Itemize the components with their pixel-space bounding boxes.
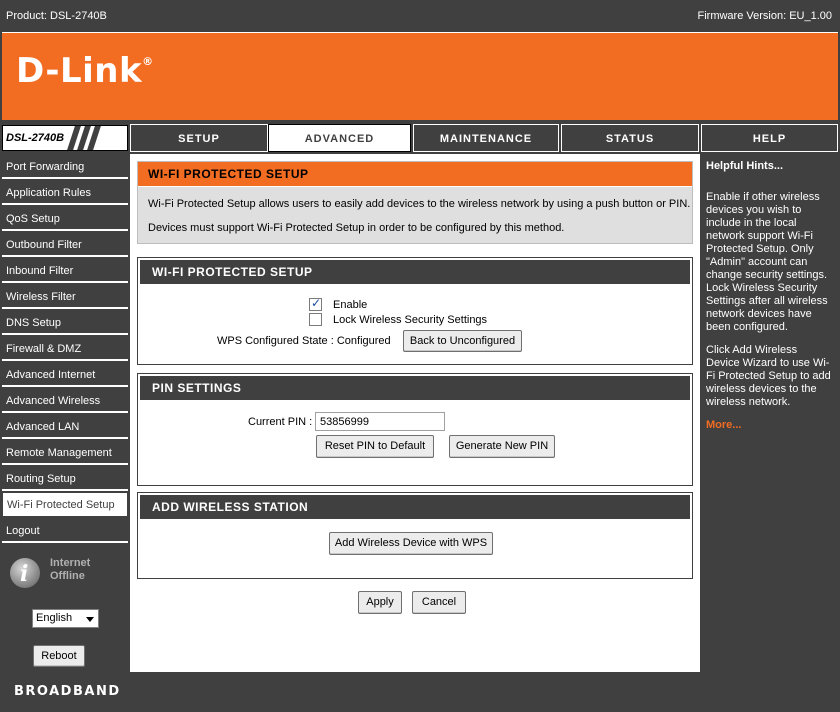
helpful-hints: Helpful Hints... Enable if other wireles… (700, 154, 838, 672)
tab-setup[interactable]: SETUP (130, 124, 268, 152)
cancel-button[interactable]: Cancel (412, 591, 466, 614)
sidebar-item-wireless-filter[interactable]: Wireless Filter (2, 285, 128, 309)
product-label: Product: DSL-2740B (6, 10, 107, 22)
internet-globe-icon: i (10, 558, 40, 588)
wps-section-title: WI-FI PROTECTED SETUP (140, 260, 690, 284)
top-bar: Product: DSL-2740B Firmware Version: EU_… (0, 0, 840, 32)
lock-security-label: Lock Wireless Security Settings (333, 314, 488, 326)
sidebar-item-outbound-filter[interactable]: Outbound Filter (2, 233, 128, 257)
generate-pin-button[interactable]: Generate New PIN (449, 435, 555, 458)
sidebar-item-routing-setup[interactable]: Routing Setup (2, 467, 128, 491)
intro-title: WI-FI PROTECTED SETUP (138, 162, 692, 187)
intro-panel: WI-FI PROTECTED SETUP Wi-Fi Protected Se… (137, 161, 693, 244)
hints-title: Helpful Hints... (706, 160, 783, 172)
tab-status[interactable]: STATUS (561, 124, 699, 152)
logo-banner: D-Link® (2, 32, 838, 120)
hints-more-link[interactable]: More... (706, 419, 832, 432)
apply-button[interactable]: Apply (358, 591, 402, 614)
language-value: English (36, 612, 73, 624)
lock-security-checkbox[interactable] (309, 313, 322, 326)
sidebar-item-remote-management[interactable]: Remote Management (2, 441, 128, 465)
internet-status: i Internet Offline (8, 554, 108, 590)
internet-status-value: Offline (50, 570, 85, 582)
model-badge: DSL-2740B (2, 125, 128, 151)
sidebar-item-logout[interactable]: Logout (2, 519, 128, 543)
pin-settings-section: PIN SETTINGS Current PIN : Reset PIN to … (137, 373, 693, 486)
sidebar-item-advanced-wireless[interactable]: Advanced Wireless (2, 389, 128, 413)
add-wireless-station-title: ADD WIRELESS STATION (140, 495, 690, 519)
wps-section: WI-FI PROTECTED SETUP Enable Lock Wirele… (137, 257, 693, 365)
add-wireless-station-section: ADD WIRELESS STATION Add Wireless Device… (137, 492, 693, 579)
sidebar-item-application-rules[interactable]: Application Rules (2, 181, 128, 205)
sidebar-item-firewall-dmz[interactable]: Firewall & DMZ (2, 337, 128, 361)
sidebar-item-inbound-filter[interactable]: Inbound Filter (2, 259, 128, 283)
language-select[interactable]: English (32, 609, 99, 628)
intro-line-1: Wi-Fi Protected Setup allows users to ea… (148, 198, 691, 210)
chevron-down-icon (86, 617, 94, 622)
sidebar-item-qos-setup[interactable]: QoS Setup (2, 207, 128, 231)
reboot-button[interactable]: Reboot (33, 645, 85, 667)
current-pin-input[interactable] (315, 412, 445, 431)
broadband-label: BROADBAND (14, 684, 121, 699)
enable-checkbox[interactable] (309, 296, 322, 311)
internet-status-label: Internet (50, 557, 91, 569)
sidebar-item-advanced-internet[interactable]: Advanced Internet (2, 363, 128, 387)
add-wireless-device-button[interactable]: Add Wireless Device with WPS (329, 532, 493, 555)
dlink-logo: D-Link® (16, 51, 154, 91)
sidebar-item-dns-setup[interactable]: DNS Setup (2, 311, 128, 335)
wps-state-label: WPS Configured State : Configured (217, 335, 391, 347)
tab-maintenance[interactable]: MAINTENANCE (413, 124, 559, 152)
main-content: WI-FI PROTECTED SETUP Wi-Fi Protected Se… (130, 154, 700, 672)
hints-paragraph-2: Click Add Wireless Device Wizard to use … (706, 344, 831, 408)
footer: BROADBAND (0, 672, 840, 712)
hints-paragraph-1: Enable if other wireless devices you wis… (706, 191, 828, 333)
model-name: DSL-2740B (6, 132, 65, 144)
firmware-label: Firmware Version: EU_1.00 (697, 10, 833, 22)
current-pin-label: Current PIN : (248, 416, 313, 428)
pin-settings-title: PIN SETTINGS (140, 376, 690, 400)
back-to-unconfigured-button[interactable]: Back to Unconfigured (403, 330, 522, 352)
sidebar-item-advanced-lan[interactable]: Advanced LAN (2, 415, 128, 439)
reset-pin-button[interactable]: Reset PIN to Default (316, 435, 434, 458)
sidebar-item-port-forwarding[interactable]: Port Forwarding (2, 155, 128, 179)
sidebar-item-wifi-protected-setup[interactable]: Wi-Fi Protected Setup (2, 492, 128, 517)
intro-line-2: Devices must support Wi-Fi Protected Set… (148, 222, 565, 234)
tab-help[interactable]: HELP (701, 124, 838, 152)
tab-advanced[interactable]: ADVANCED (268, 124, 411, 152)
sidebar: Port Forwarding Application Rules QoS Se… (0, 154, 130, 672)
enable-label: Enable (333, 299, 368, 311)
main-nav: DSL-2740B SETUP ADVANCED MAINTENANCE STA… (0, 120, 840, 154)
